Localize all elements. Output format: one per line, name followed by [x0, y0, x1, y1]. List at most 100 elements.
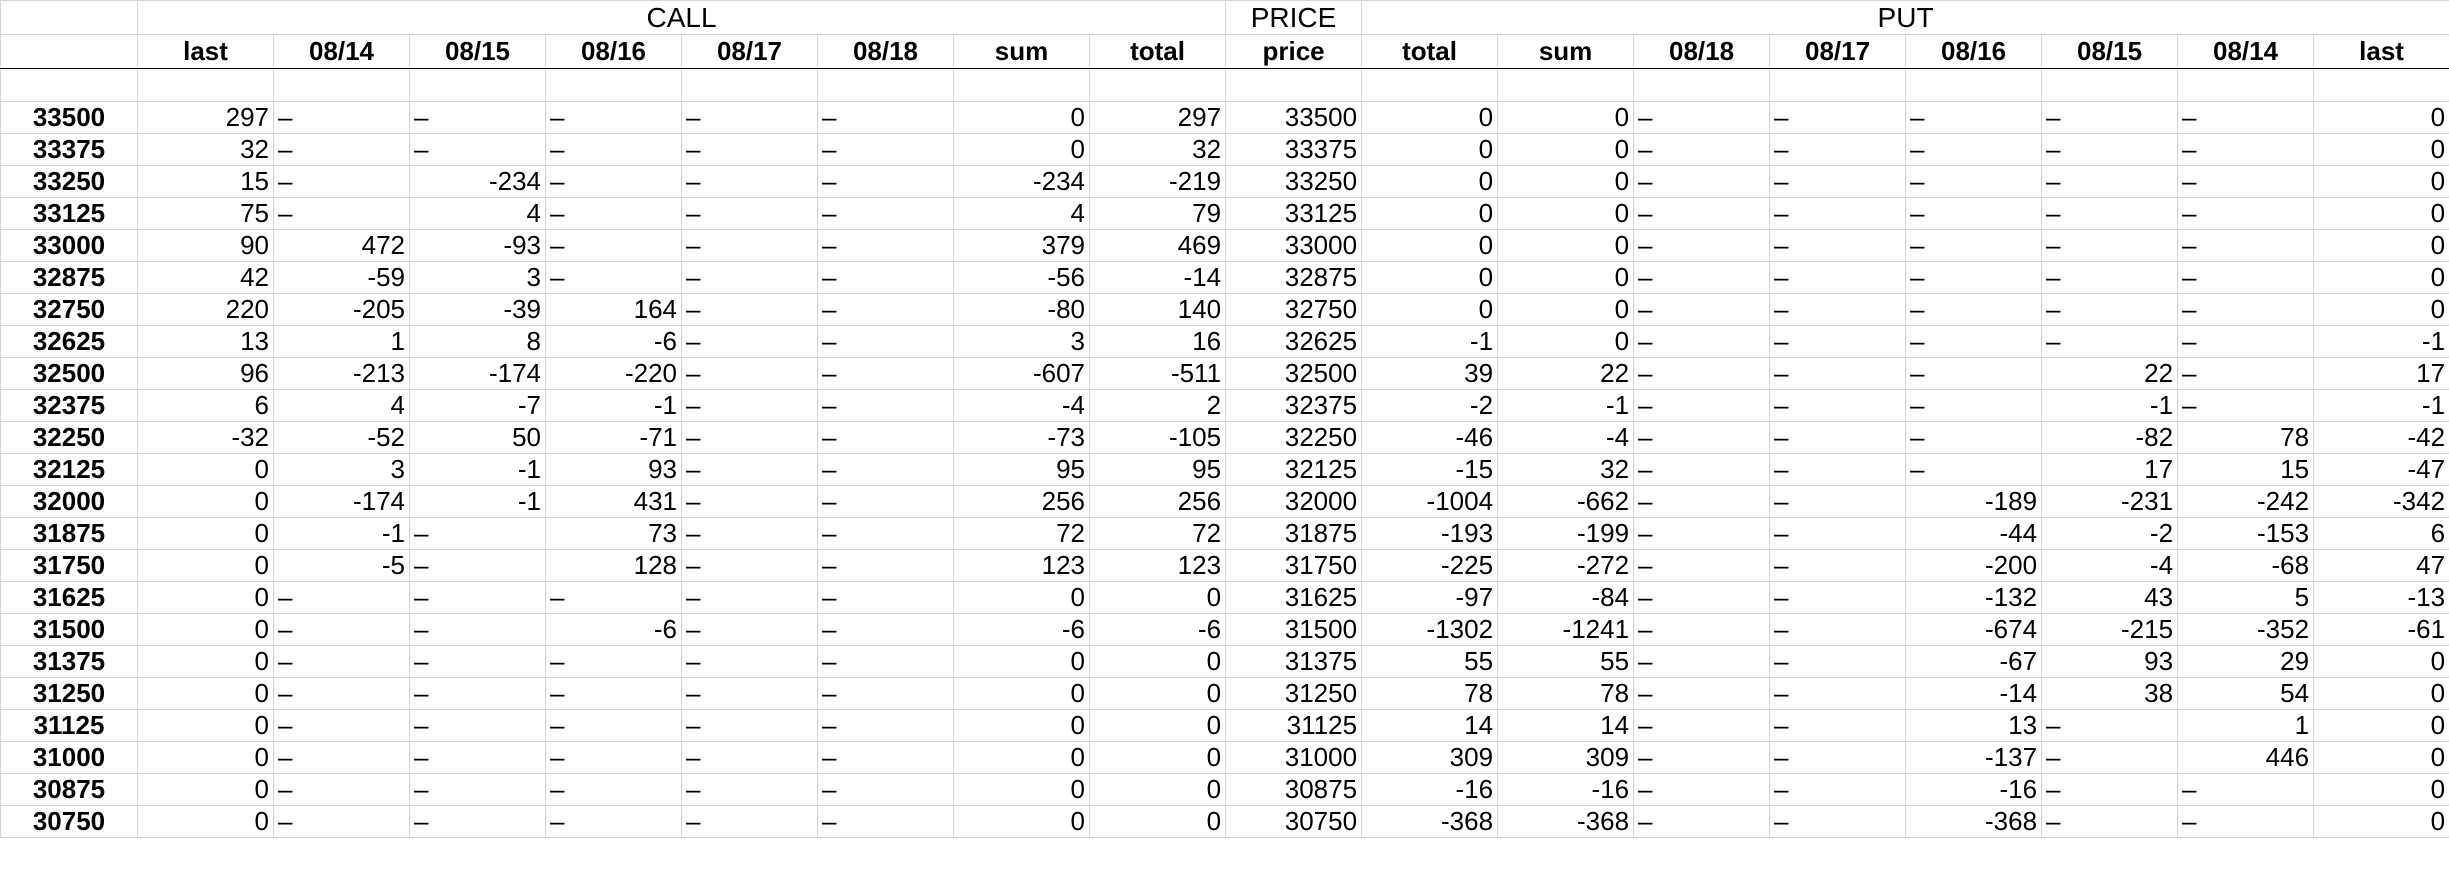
data-cell[interactable]: 0	[137, 709, 274, 742]
empty-value-cell[interactable]: –	[409, 677, 546, 710]
data-cell[interactable]: -199	[1497, 517, 1635, 550]
empty-value-cell[interactable]: –	[1633, 485, 1771, 518]
data-cell[interactable]: -2	[1361, 389, 1499, 422]
row-header-strike[interactable]: 33000	[0, 229, 138, 262]
empty-value-cell[interactable]: –	[1769, 613, 1907, 646]
data-cell[interactable]: 0	[1497, 261, 1635, 294]
data-cell[interactable]: -39	[409, 293, 546, 326]
empty-value-cell[interactable]: –	[545, 101, 682, 134]
empty-value-cell[interactable]: –	[817, 773, 954, 806]
empty-value-cell[interactable]: –	[1769, 581, 1907, 614]
data-cell[interactable]: 0	[1361, 165, 1499, 198]
column-header[interactable]: 08/16	[545, 34, 682, 69]
empty-value-cell[interactable]: –	[817, 389, 954, 422]
data-cell[interactable]: 15	[137, 165, 274, 198]
empty-value-cell[interactable]: –	[2177, 165, 2315, 198]
data-cell[interactable]: -16	[1497, 773, 1635, 806]
data-cell[interactable]: -674	[1905, 613, 2043, 646]
empty-value-cell[interactable]: –	[273, 773, 410, 806]
data-cell[interactable]: 1	[2177, 709, 2315, 742]
data-cell[interactable]: 32625	[1225, 325, 1363, 358]
data-cell[interactable]: 96	[137, 357, 274, 390]
data-cell[interactable]: 95	[1088, 453, 1227, 486]
column-header[interactable]: 08/14	[273, 34, 410, 69]
empty-cell[interactable]	[681, 68, 818, 102]
empty-value-cell[interactable]: –	[1633, 613, 1771, 646]
empty-value-cell[interactable]: –	[273, 197, 410, 230]
empty-value-cell[interactable]: –	[1769, 709, 1907, 742]
data-cell[interactable]: -137	[1905, 741, 2043, 774]
empty-value-cell[interactable]: –	[1905, 389, 2043, 422]
data-cell[interactable]: 31125	[1225, 709, 1363, 742]
data-cell[interactable]: -1241	[1497, 613, 1635, 646]
data-cell[interactable]: 446	[2177, 741, 2315, 774]
empty-value-cell[interactable]: –	[2177, 805, 2315, 838]
data-cell[interactable]: 38	[2041, 677, 2179, 710]
data-cell[interactable]: -56	[953, 261, 1090, 294]
data-cell[interactable]: 32	[137, 133, 274, 166]
column-header[interactable]: 08/16	[1905, 34, 2043, 69]
empty-cell[interactable]	[137, 68, 274, 102]
empty-value-cell[interactable]: –	[1633, 165, 1771, 198]
data-cell[interactable]: -6	[545, 325, 682, 358]
empty-value-cell[interactable]: –	[681, 613, 818, 646]
data-cell[interactable]: -174	[409, 357, 546, 390]
empty-value-cell[interactable]: –	[1633, 581, 1771, 614]
empty-value-cell[interactable]: –	[1633, 421, 1771, 454]
data-cell[interactable]: 78	[1497, 677, 1635, 710]
data-cell[interactable]: -368	[1361, 805, 1499, 838]
data-cell[interactable]: 32250	[1225, 421, 1363, 454]
empty-value-cell[interactable]: –	[817, 741, 954, 774]
data-cell[interactable]: -1004	[1361, 485, 1499, 518]
data-cell[interactable]: 0	[1497, 325, 1635, 358]
empty-value-cell[interactable]: –	[2177, 261, 2315, 294]
data-cell[interactable]: 0	[2313, 645, 2449, 678]
empty-value-cell[interactable]: –	[1769, 421, 1907, 454]
data-cell[interactable]: 31375	[1225, 645, 1363, 678]
data-cell[interactable]: -13	[2313, 581, 2449, 614]
column-header[interactable]: last	[2313, 34, 2449, 69]
row-header-strike[interactable]: 31625	[0, 581, 138, 614]
data-cell[interactable]: 32000	[1225, 485, 1363, 518]
empty-cell[interactable]	[545, 68, 682, 102]
data-cell[interactable]: 8	[409, 325, 546, 358]
empty-cell[interactable]	[953, 68, 1090, 102]
data-cell[interactable]: 79	[1088, 197, 1227, 230]
empty-value-cell[interactable]: –	[1769, 197, 1907, 230]
data-cell[interactable]: 54	[2177, 677, 2315, 710]
empty-value-cell[interactable]: –	[545, 197, 682, 230]
data-cell[interactable]: 13	[1905, 709, 2043, 742]
empty-value-cell[interactable]: –	[681, 421, 818, 454]
data-cell[interactable]: -7	[409, 389, 546, 422]
data-cell[interactable]: 32375	[1225, 389, 1363, 422]
empty-value-cell[interactable]: –	[1905, 325, 2043, 358]
data-cell[interactable]: 16	[1088, 325, 1227, 358]
data-cell[interactable]: -368	[1905, 805, 2043, 838]
data-cell[interactable]: -242	[2177, 485, 2315, 518]
empty-value-cell[interactable]: –	[1769, 165, 1907, 198]
empty-value-cell[interactable]: –	[2041, 165, 2179, 198]
empty-value-cell[interactable]: –	[817, 517, 954, 550]
empty-value-cell[interactable]: –	[681, 101, 818, 134]
data-cell[interactable]: 30750	[1225, 805, 1363, 838]
data-cell[interactable]: 14	[1361, 709, 1499, 742]
row-header-strike[interactable]: 32625	[0, 325, 138, 358]
data-cell[interactable]: -1	[273, 517, 410, 550]
data-cell[interactable]: -6	[545, 613, 682, 646]
column-header[interactable]: 08/18	[1633, 34, 1771, 69]
row-header-strike[interactable]: 31500	[0, 613, 138, 646]
data-cell[interactable]: 0	[137, 549, 274, 582]
empty-cell[interactable]	[1769, 68, 1907, 102]
empty-value-cell[interactable]: –	[1769, 133, 1907, 166]
data-cell[interactable]: 0	[1088, 709, 1227, 742]
data-cell[interactable]: 0	[2313, 741, 2449, 774]
empty-value-cell[interactable]: –	[273, 165, 410, 198]
empty-value-cell[interactable]: –	[1633, 805, 1771, 838]
data-cell[interactable]: -14	[1088, 261, 1227, 294]
data-cell[interactable]: -342	[2313, 485, 2449, 518]
row-header-strike[interactable]: 33125	[0, 197, 138, 230]
empty-value-cell[interactable]: –	[409, 549, 546, 582]
empty-value-cell[interactable]: –	[681, 389, 818, 422]
row-header-strike[interactable]: 30750	[0, 805, 138, 838]
data-cell[interactable]: -61	[2313, 613, 2449, 646]
